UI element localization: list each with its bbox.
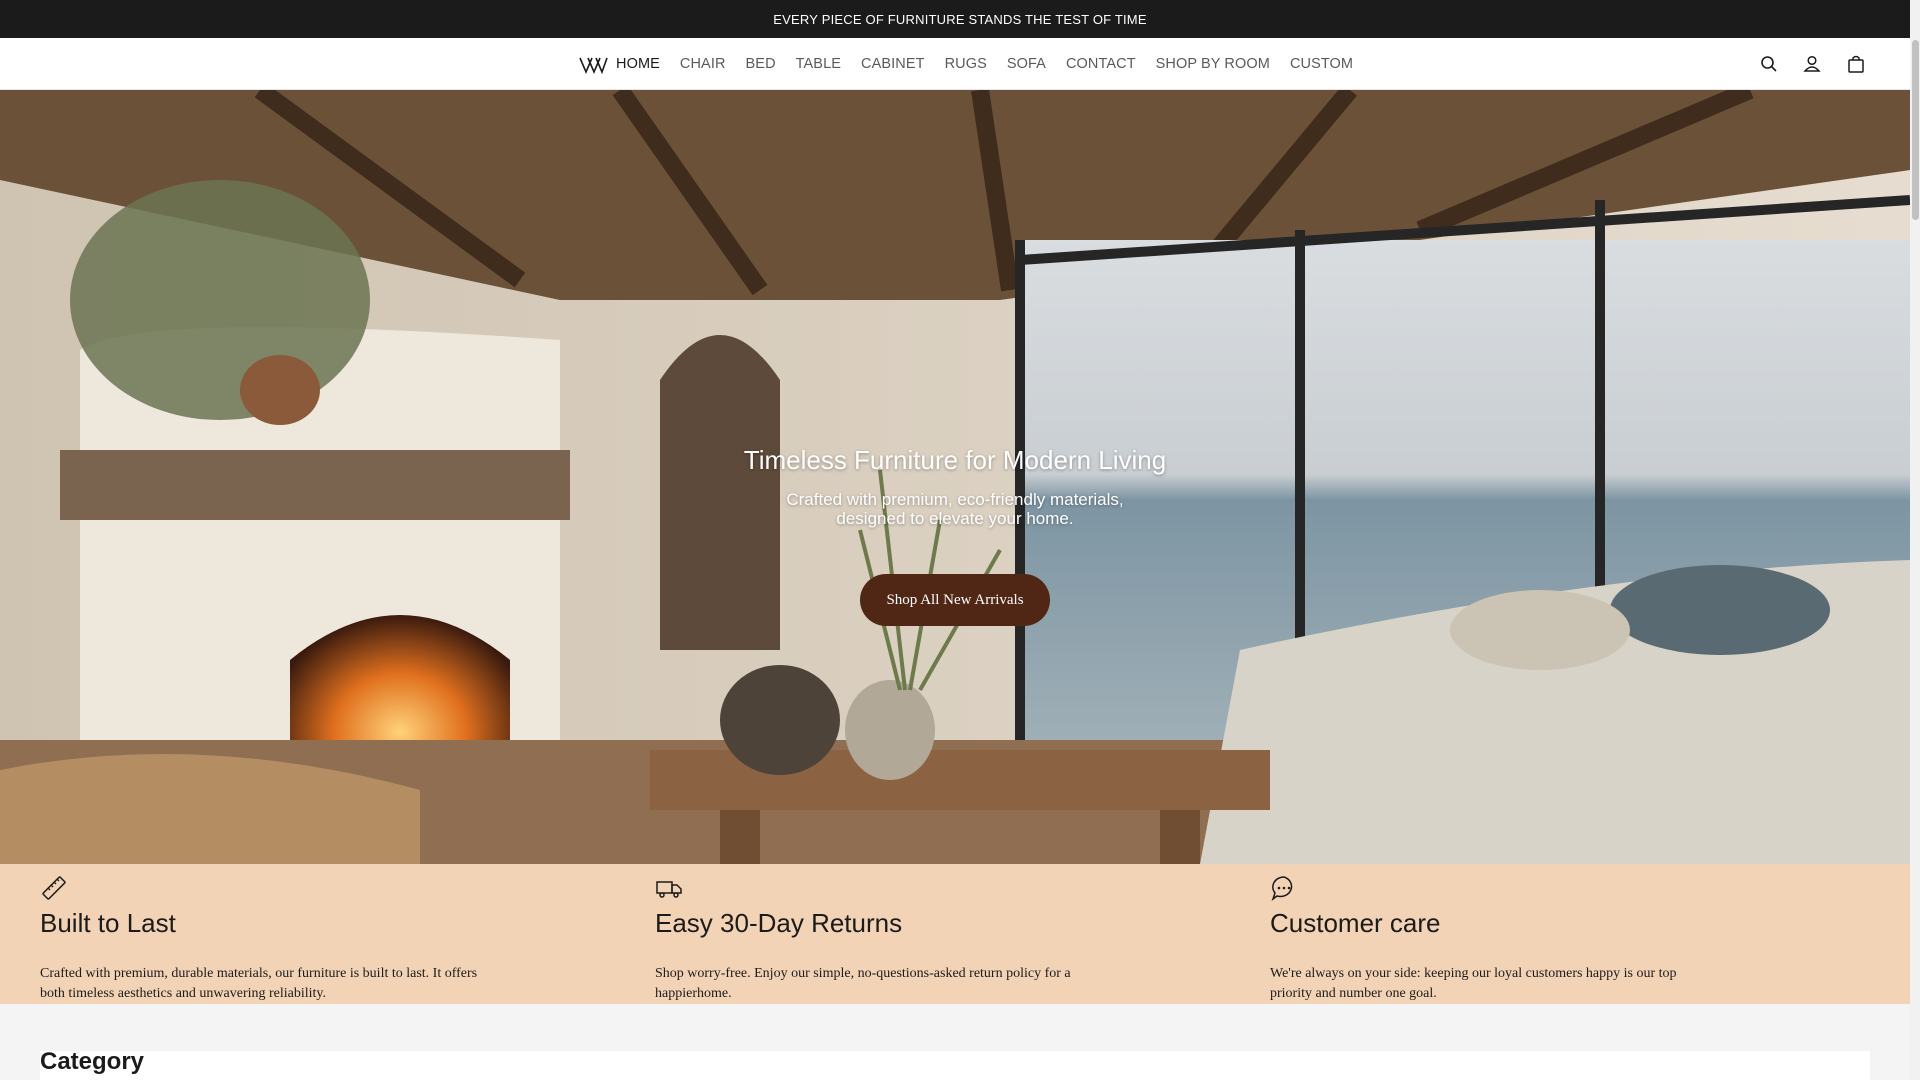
hero-image [0,90,1910,864]
brand-logo-icon[interactable] [578,52,608,76]
site-header: HOME CHAIR BED TABLE CABINET RUGS SOFA C… [0,38,1910,90]
chat-icon [1271,876,1293,902]
feature-title: Built to Last [40,908,176,938]
feature-title: Customer care [1270,908,1441,938]
nav-item-bed[interactable]: BED [746,56,776,72]
nav-item-table[interactable]: TABLE [796,56,841,72]
feature-text: Shop worry-free. Enjoy our simple, no-qu… [655,966,1071,1001]
announcement-bar: EVERY PIECE OF FURNITURE STANDS THE TEST… [0,0,1920,38]
feature-text: Crafted with premium, durable materials,… [40,966,478,1001]
truck-icon [656,881,682,898]
features-strip: Built to Last Crafted with premium, dura… [0,864,1910,1004]
hero-banner: Timeless Furniture for Modern Living Cra… [0,90,1910,864]
nav-item-custom[interactable]: CUSTOM [1290,56,1353,72]
hero-title: Timeless Furniture for Modern Living [743,445,1167,475]
main-nav: HOME CHAIR BED TABLE CABINET RUGS SOFA C… [616,38,1353,90]
nav-item-home[interactable]: HOME [616,56,660,72]
ruler-icon [42,876,66,900]
cart-icon[interactable] [1845,53,1867,75]
announcement-text: EVERY PIECE OF FURNITURE STANDS THE TEST… [773,11,1147,27]
category-panel [40,1051,1870,1080]
account-icon[interactable] [1801,53,1823,75]
nav-item-cabinet[interactable]: CABINET [861,56,925,72]
feature-text: We're always on your side: keeping our l… [1270,966,1677,1001]
hero-subtitle: Crafted with premium, eco-friendly mater… [786,490,1124,528]
search-icon[interactable] [1758,53,1780,75]
nav-item-contact[interactable]: CONTACT [1066,56,1136,72]
nav-item-rugs[interactable]: RUGS [945,56,987,72]
scrollbar-thumb[interactable] [1912,40,1919,220]
feature-title: Easy 30-Day Returns [655,908,903,938]
shop-new-arrivals-button[interactable]: Shop All New Arrivals [860,574,1050,626]
nav-item-sofa[interactable]: SOFA [1007,56,1046,72]
nav-item-chair[interactable]: CHAIR [680,56,726,72]
category-title: Category [40,1048,145,1075]
nav-item-shop-by-room[interactable]: SHOP BY ROOM [1156,56,1270,72]
